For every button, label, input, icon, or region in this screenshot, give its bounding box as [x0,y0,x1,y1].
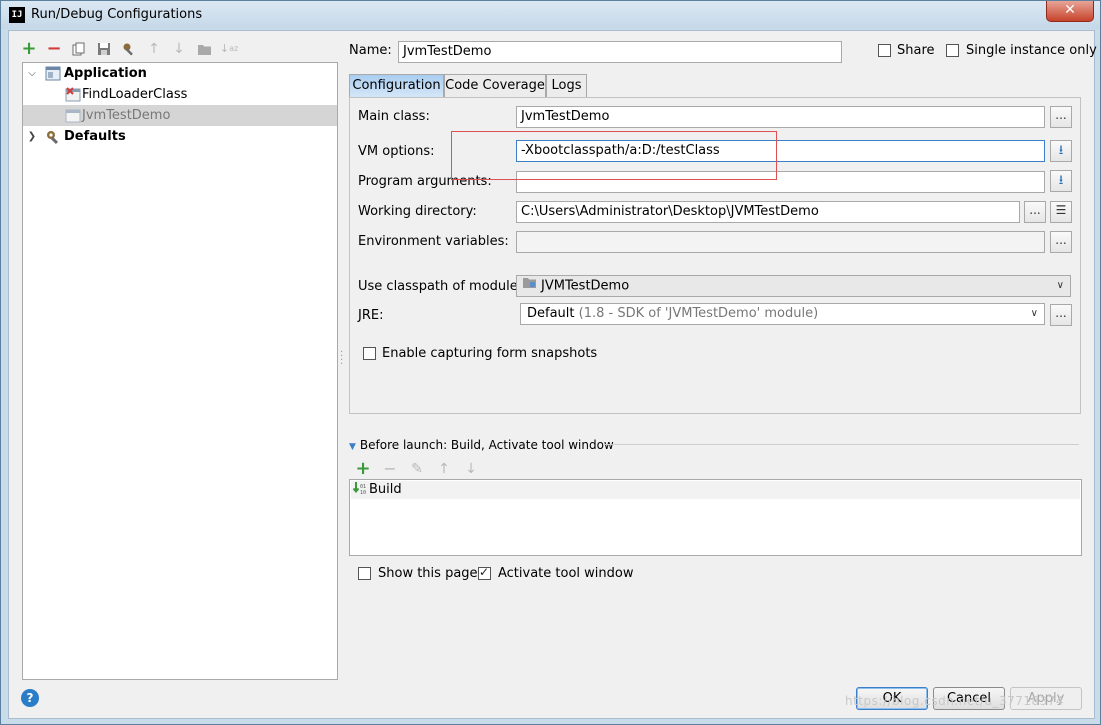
tree-item-jvmtestdemo[interactable]: JvmTestDemo [23,105,337,126]
jre-detail: (1.8 - SDK of 'JVMTestDemo' module) [578,306,819,321]
folder-icon[interactable] [196,41,212,57]
remove-icon[interactable]: − [46,40,62,58]
app-config-icon [65,108,81,123]
jre-value: Default [527,306,575,321]
arrow-up-icon[interactable]: ↑ [436,461,452,477]
svg-text:10: 10 [360,490,366,496]
tree-item-label: Application [64,66,147,81]
wrench-icon [45,129,61,145]
name-field[interactable]: JvmTestDemo [398,41,842,63]
show-page-label: Show this page [378,566,478,581]
config-toolbar: + − ↑ ↓ ↓ az [21,39,238,59]
form-snapshots-checkbox[interactable] [363,347,376,360]
vm-options-label: VM options: [358,144,435,159]
share-checkbox[interactable] [878,44,891,57]
config-tree: ⌵ Application FindLoaderClass JvmTestDem… [22,62,338,680]
jre-select[interactable]: Default (1.8 - SDK of 'JVMTestDemo' modu… [520,303,1045,325]
close-button[interactable]: ✕ [1046,1,1094,22]
main-class-browse-button[interactable]: ... [1050,106,1072,128]
before-launch-title: Before launch: Build, Activate tool wind… [359,438,614,452]
build-icon: 01 10 [352,481,369,503]
arrow-down-icon[interactable]: ↓ [171,41,187,57]
blog-watermark: https://blog.csdn.net/u_37718374 [845,694,1065,708]
main-class-label: Main class: [358,109,430,124]
triangle-down-icon: ▼ [349,442,356,452]
add-icon[interactable]: + [355,460,371,478]
before-launch-header[interactable]: ▼ Before launch: Build, Activate tool win… [349,438,614,452]
form-snapshots-label: Enable capturing form snapshots [382,346,598,361]
list-item-label: Build [369,482,402,497]
environment-variables-browse-button[interactable]: ... [1050,231,1072,253]
list-item[interactable]: 01 10 Build [351,481,1080,499]
before-launch-toolbar: + − ✎ ↑ ↓ [355,460,479,478]
chevron-down-icon[interactable]: ⌵ [26,63,38,84]
tree-item-label: FindLoaderClass [82,87,188,102]
name-label: Name: [349,43,392,58]
dialog-window: IJ Run/Debug Configurations ✕ + − ↑ ↓ ↓ a… [0,0,1101,725]
program-arguments-expand-icon[interactable]: ⭳ [1050,170,1072,192]
dialog-client: + − ↑ ↓ ↓ az ⌵ Application FindLoaderCla… [8,30,1097,719]
tree-item-findloaderclass[interactable]: FindLoaderClass [23,84,337,105]
tab-configuration[interactable]: Configuration [349,74,444,98]
help-button[interactable]: ? [21,689,39,707]
chevron-down-icon: ∨ [1030,308,1038,319]
environment-variables-field[interactable] [516,231,1045,253]
jre-label: JRE: [358,308,384,323]
working-directory-label: Working directory: [358,204,477,219]
tree-item-defaults[interactable]: ❯ Defaults [23,126,337,147]
tree-item-label: JvmTestDemo [82,108,171,123]
splitter-handle[interactable]: · · · · [340,348,343,370]
classpath-module-label: Use classpath of module: [358,279,523,294]
vm-options-expand-icon[interactable]: ⭳ [1050,140,1072,162]
before-launch-list: 01 10 Build [349,479,1082,556]
edit-icon[interactable]: ✎ [409,461,425,477]
environment-variables-label: Environment variables: [358,234,509,249]
arrow-up-icon[interactable]: ↑ [146,41,162,57]
copy-icon[interactable] [71,41,87,57]
window-title: Run/Debug Configurations [31,7,203,22]
annotation-highlight-box [451,131,777,180]
main-class-field[interactable]: JvmTestDemo [516,106,1045,128]
tree-item-label: Defaults [64,129,126,144]
tab-logs[interactable]: Logs [546,74,587,97]
single-instance-checkbox[interactable] [946,44,959,57]
chevron-down-icon: ∨ [1056,280,1064,291]
arrow-down-icon[interactable]: ↓ [463,461,479,477]
working-directory-field[interactable]: C:\Users\Administrator\Desktop\JVMTestDe… [516,201,1020,223]
classpath-module-value: JVMTestDemo [541,278,630,294]
sort-icon[interactable]: ↓ az [220,41,238,57]
wrench-icon[interactable] [121,41,137,57]
working-directory-browse-button[interactable]: ... [1024,201,1046,223]
app-config-error-icon [65,87,81,102]
section-divider [603,444,1079,445]
activate-tool-window-label: Activate tool window [498,566,634,581]
remove-icon[interactable]: − [382,461,398,477]
classpath-module-select[interactable]: JVMTestDemo ∨ [516,275,1071,297]
module-icon [522,276,537,296]
single-instance-label: Single instance only [966,43,1097,58]
add-icon[interactable]: + [21,40,37,58]
title-bar[interactable]: IJ Run/Debug Configurations ✕ [1,1,1100,29]
tab-code-coverage[interactable]: Code Coverage [444,74,546,97]
tree-item-application[interactable]: ⌵ Application [23,63,337,84]
jre-browse-button[interactable]: ... [1050,304,1072,326]
show-page-checkbox[interactable] [358,567,371,580]
chevron-right-icon[interactable]: ❯ [26,126,38,147]
share-label: Share [897,43,935,58]
activate-tool-window-checkbox[interactable] [478,565,491,580]
application-icon [45,66,61,81]
save-icon[interactable] [96,41,112,57]
intellij-app-icon: IJ [9,7,25,23]
working-directory-macro-icon[interactable]: ☰ [1050,201,1072,223]
